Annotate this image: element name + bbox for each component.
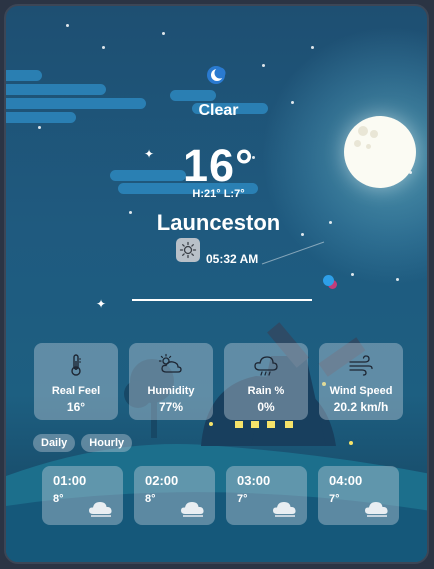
local-time: 05:32 AM: [206, 252, 259, 266]
forecast-time: 03:00: [237, 473, 271, 488]
forecast-temp: 8°: [145, 493, 156, 505]
forecast-time: 04:00: [329, 473, 363, 488]
tab-hourly[interactable]: Hourly: [81, 434, 133, 452]
detail-card-humidity: Humidity 77%: [129, 343, 213, 420]
rain-cloud-icon: [254, 356, 278, 376]
detail-label: Wind Speed: [329, 385, 393, 397]
forecast-card[interactable]: 01:00 8°: [42, 466, 123, 525]
crescent-moon-icon: [207, 66, 226, 84]
forecast-tabs: Daily Hourly: [33, 434, 133, 452]
forecast-temp: 8°: [53, 493, 64, 505]
wind-icon: [349, 355, 373, 376]
forecast-card[interactable]: 02:00 8°: [134, 466, 215, 525]
detail-label: Rain %: [247, 385, 285, 397]
forecast-card[interactable]: 04:00 7°: [318, 466, 399, 525]
weather-app-window: ✦ ✦ Clear 16° H:21° L:7° Launceston 05:3…: [4, 4, 429, 564]
detail-value: 16°: [66, 400, 86, 414]
detail-value: 77%: [158, 400, 184, 414]
divider: [132, 299, 312, 301]
detail-card-rain: Rain % 0%: [224, 343, 308, 420]
forecast-time: 01:00: [53, 473, 87, 488]
tab-daily[interactable]: Daily: [33, 434, 76, 452]
humidity-icon: [158, 353, 182, 373]
city-name: Launceston: [156, 210, 281, 235]
detail-card-real-feel: Real Feel 16°: [34, 343, 118, 420]
detail-value: 20.2 km/h: [333, 400, 389, 414]
detail-card-wind-speed: Wind Speed 20.2 km/h: [319, 343, 403, 420]
forecast-temp: 7°: [237, 493, 248, 505]
cloud-icon: [365, 502, 388, 517]
cloud-icon: [181, 502, 204, 517]
forecast-temp: 7°: [329, 493, 340, 505]
cloud-icon: [89, 502, 112, 517]
thermometer-icon: [71, 354, 81, 376]
forecast-time: 02:00: [145, 473, 179, 488]
weather-condition: Clear: [198, 102, 239, 119]
forecast-card[interactable]: 03:00 7°: [226, 466, 307, 525]
detail-label: Humidity: [147, 385, 195, 397]
cloud-icon: [273, 502, 296, 517]
current-temperature: 16°: [182, 140, 255, 191]
sunrise-icon: [176, 238, 200, 262]
hourly-forecast: 01:00 8° 02:00 8° 03:00 7° 04:00 7°: [42, 466, 399, 525]
detail-label: Real Feel: [51, 385, 101, 397]
weather-details: Real Feel 16° Humidity 77% Rain % 0% Win…: [34, 343, 403, 420]
detail-value: 0%: [257, 400, 275, 414]
high-low-temperature: H:21° L:7°: [192, 188, 245, 200]
